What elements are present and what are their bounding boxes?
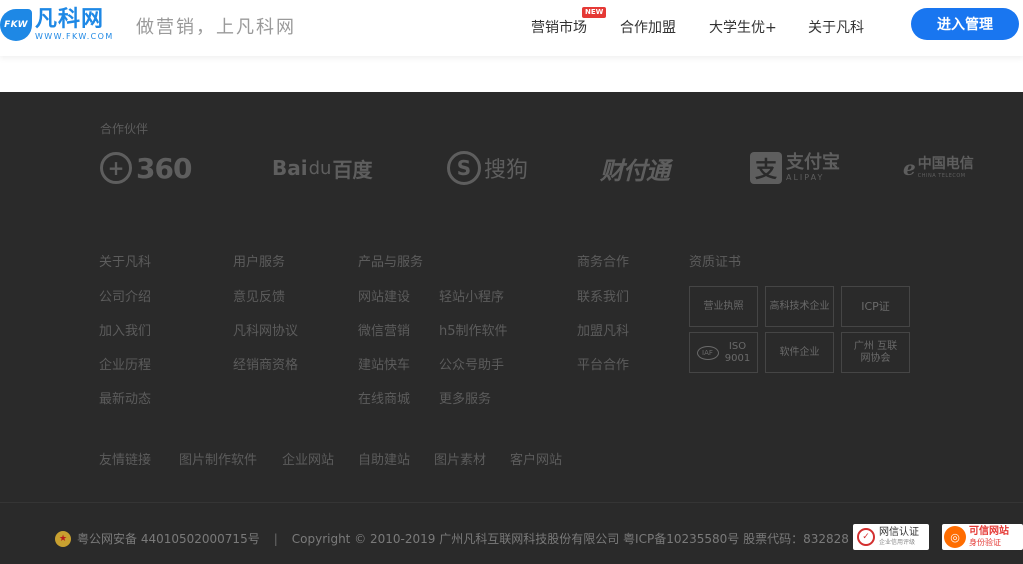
link-h5-tool[interactable]: h5制作软件	[439, 320, 508, 339]
link-website-build[interactable]: 网站建设	[358, 286, 410, 305]
friend-link-enterprise-site[interactable]: 企业网站	[282, 449, 334, 468]
link-more-services[interactable]: 更多服务	[439, 388, 491, 407]
net-cert-badge[interactable]: ✓ 网信认证 企业信用评级	[853, 524, 929, 550]
cert-business-license[interactable]: 营业执照	[689, 286, 758, 327]
alipay-text-group: 支付宝 ALIPAY	[786, 153, 840, 183]
main-nav: 营销市场 NEW 合作加盟 大学生优+ 关于凡科	[0, 0, 1023, 56]
trusted-site-badge[interactable]: ◎ 可信网站 身份验证	[942, 524, 1023, 550]
col-business-title: 商务合作	[577, 255, 630, 270]
telecom-text-group: 中国电信 CHINA TELECOM	[918, 156, 974, 180]
cert-icp[interactable]: ICP证	[841, 286, 910, 327]
alipay-icon: 支	[750, 152, 782, 184]
iso-icon: IAF	[696, 345, 719, 360]
footer-divider	[0, 502, 1023, 503]
separator: |	[273, 531, 278, 546]
nav-marketing[interactable]: 营销市场	[531, 17, 587, 37]
alipay-en: ALIPAY	[786, 173, 825, 182]
360-text: 360	[136, 151, 192, 185]
header-bar: FKW 凡科网 WWW.FKW.COM 做营销，上凡科网 营销市场 NEW 合作…	[0, 0, 1023, 56]
link-site-express[interactable]: 建站快车	[358, 354, 410, 373]
cert-internet-association[interactable]: 广州 互联网协会	[841, 332, 910, 373]
link-feedback[interactable]: 意见反馈	[233, 286, 285, 305]
link-platform[interactable]: 平台合作	[577, 354, 629, 373]
footer: 合作伙伴 + 360 Bai du 百度 S 搜狗 财付通 支 支付宝 ALIP…	[0, 92, 1023, 564]
alipay-cn: 支付宝	[786, 152, 840, 173]
link-franchise[interactable]: 加盟凡科	[577, 320, 629, 339]
nav-about[interactable]: 关于凡科	[808, 17, 864, 37]
partner-sogou-logo[interactable]: S 搜狗	[447, 147, 528, 189]
police-emblem-icon: ★	[55, 530, 71, 547]
link-contact[interactable]: 联系我们	[577, 286, 629, 305]
cert-software[interactable]: 软件企业	[765, 332, 834, 373]
partner-telecom-logo[interactable]: ℯ 中国电信 CHINA TELECOM	[903, 147, 974, 189]
trusted-site-icon: ◎	[944, 526, 966, 548]
link-mp-assistant[interactable]: 公众号助手	[439, 354, 504, 373]
sogou-icon: S	[447, 151, 481, 185]
link-company-intro[interactable]: 公司介绍	[99, 286, 151, 305]
link-mini-program[interactable]: 轻站小程序	[439, 286, 504, 305]
link-join-us[interactable]: 加入我们	[99, 320, 151, 339]
partner-baidu-logo[interactable]: Bai du 百度	[272, 147, 372, 189]
partner-caifutong-logo[interactable]: 财付通	[600, 147, 670, 189]
partner-360-logo[interactable]: + 360	[100, 147, 192, 189]
col-product-title: 产品与服务	[358, 255, 424, 270]
cert-iso9001[interactable]: IAF ISO 9001	[689, 332, 758, 373]
partners-label: 合作伙伴	[100, 122, 149, 136]
trusted-site-sub: 身份验证	[969, 538, 1001, 547]
net-cert-title: 网信认证	[879, 527, 919, 538]
caifutong-text: 财付通	[600, 156, 670, 185]
friend-link-image-assets[interactable]: 图片素材	[434, 449, 486, 468]
col-about-title: 关于凡科	[99, 255, 152, 270]
telecom-cn: 中国电信	[917, 156, 974, 172]
link-history[interactable]: 企业历程	[99, 354, 151, 373]
friend-link-self-build[interactable]: 自助建站	[358, 449, 410, 468]
friend-links-label: 友情链接	[99, 453, 152, 468]
sogou-text: 搜狗	[484, 158, 529, 183]
new-badge: NEW	[582, 7, 607, 18]
trusted-site-title: 可信网站	[969, 526, 1009, 537]
col-user-title: 用户服务	[233, 255, 286, 270]
net-cert-text: 网信认证 企业信用评级	[879, 527, 919, 547]
link-wechat-marketing[interactable]: 微信营销	[358, 320, 410, 339]
net-cert-sub: 企业信用评级	[879, 539, 916, 546]
net-cert-icon: ✓	[857, 528, 875, 546]
col-certs-title: 资质证书	[689, 255, 742, 270]
telecom-icon: ℯ	[903, 156, 916, 180]
partner-alipay-logo[interactable]: 支 支付宝 ALIPAY	[750, 147, 840, 189]
police-record-link[interactable]: 粤公网安备 44010502000715号	[77, 530, 260, 547]
link-agreement[interactable]: 凡科网协议	[233, 320, 298, 339]
link-dealer[interactable]: 经销商资格	[233, 354, 298, 373]
telecom-en: CHINA TELECOM	[917, 173, 966, 179]
link-online-mall[interactable]: 在线商城	[358, 388, 410, 407]
baidu-text-a: Bai	[272, 156, 308, 180]
copyright-text: Copyright © 2010-2019 广州凡科互联网科技股份有限公司 粤I…	[291, 532, 849, 546]
baidu-paw-icon: du	[308, 157, 332, 179]
link-news[interactable]: 最新动态	[99, 388, 151, 407]
copyright-row: ★ 粤公网安备 44010502000715号 | Copyright © 20…	[55, 530, 849, 547]
nav-franchise[interactable]: 合作加盟	[620, 17, 676, 37]
cert-high-tech[interactable]: 高科技术企业	[765, 286, 834, 327]
friend-link-client-sites[interactable]: 客户网站	[510, 449, 562, 468]
nav-student[interactable]: 大学生优+	[709, 17, 777, 37]
trusted-site-text: 可信网站 身份验证	[969, 526, 1009, 548]
friend-link-image-tool[interactable]: 图片制作软件	[179, 449, 257, 468]
baidu-text-b: 百度	[332, 157, 373, 182]
cert-iso-label: ISO 9001	[724, 340, 751, 364]
enter-management-button[interactable]: 进入管理	[911, 8, 1019, 40]
360-icon: +	[100, 152, 132, 184]
